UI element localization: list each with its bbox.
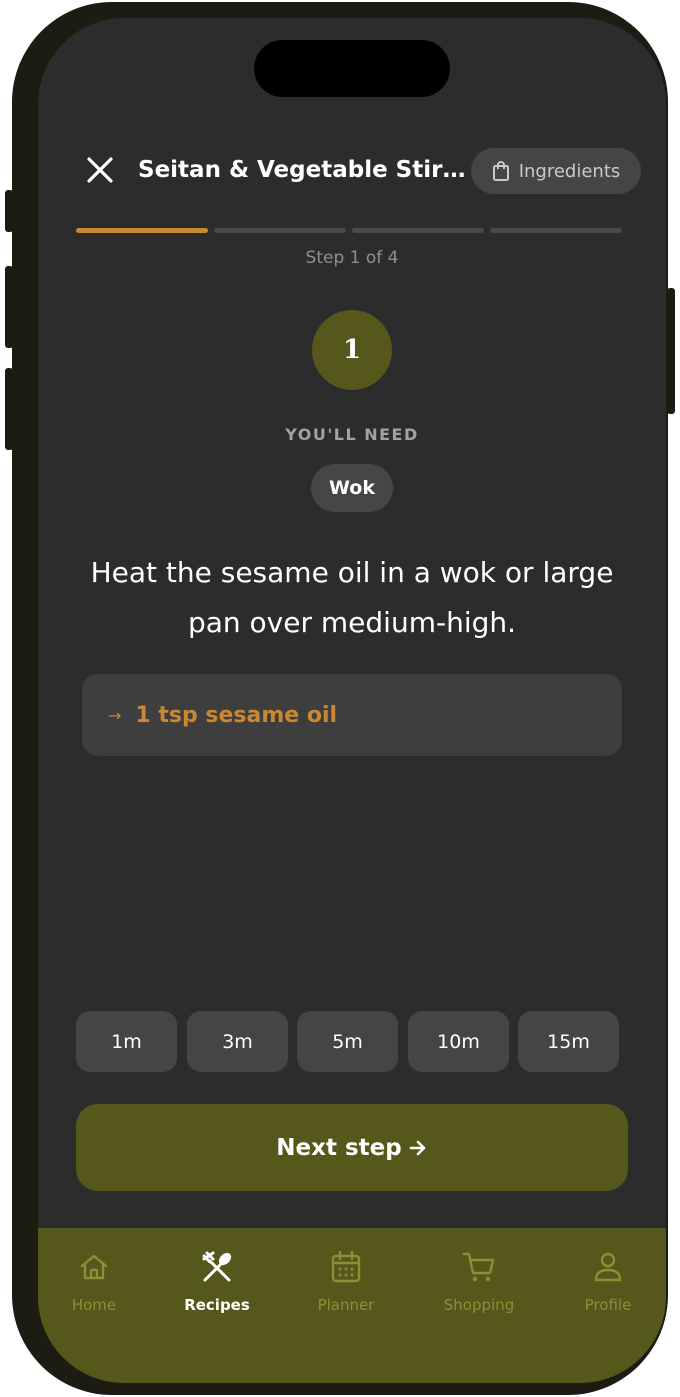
arrow-right-icon <box>409 1140 426 1155</box>
shopping-bag-icon <box>492 161 509 181</box>
progress-segment-2 <box>214 228 346 233</box>
arrow-right-icon: → <box>108 705 122 725</box>
step-ingredient: → 1 tsp sesame oil <box>82 674 622 756</box>
screen: Seitan & Vegetable Stir-… Ingredients St… <box>38 18 666 1383</box>
home-icon <box>80 1254 108 1280</box>
progress-segment-3 <box>352 228 484 233</box>
recipe-title: Seitan & Vegetable Stir-… <box>138 157 466 183</box>
tab-label: Home <box>71 1296 117 1314</box>
bottom-tab-bar: Home Recipes Planner Shopping Profile <box>38 1228 666 1383</box>
next-step-label: Next step <box>276 1134 402 1161</box>
tab-home[interactable]: Home <box>38 1228 154 1338</box>
close-icon <box>87 157 113 183</box>
tab-label: Profile <box>584 1296 632 1314</box>
timer-button-15m[interactable]: 15m <box>518 1011 619 1072</box>
tab-shopping[interactable]: Shopping <box>419 1228 539 1338</box>
step-number-badge: 1 <box>312 310 392 390</box>
close-button[interactable] <box>82 152 118 188</box>
timer-button-5m[interactable]: 5m <box>297 1011 398 1072</box>
next-step-button[interactable]: Next step <box>76 1104 628 1191</box>
dynamic-island <box>254 40 450 97</box>
tab-label: Shopping <box>443 1296 515 1314</box>
progress-segment-1 <box>76 228 208 233</box>
tab-label: Recipes <box>184 1296 250 1314</box>
calendar-icon <box>331 1250 361 1283</box>
timer-presets: 1m 3m 5m 10m 15m <box>76 1011 628 1072</box>
you-need-heading: YOU'LL NEED <box>285 425 419 444</box>
tab-profile[interactable]: Profile <box>548 1228 666 1338</box>
ingredient-text: 1 tsp sesame oil <box>135 702 338 728</box>
tab-label: Planner <box>317 1296 375 1314</box>
tab-recipes[interactable]: Recipes <box>157 1228 277 1338</box>
tab-planner[interactable]: Planner <box>286 1228 406 1338</box>
step-progress-bar <box>76 228 628 233</box>
equipment-chip: Wok <box>311 464 393 512</box>
ingredients-button[interactable]: Ingredients <box>471 148 641 194</box>
timer-button-3m[interactable]: 3m <box>187 1011 288 1072</box>
step-instruction: Heat the sesame oil in a wok or large pa… <box>90 556 614 639</box>
person-icon <box>594 1252 622 1282</box>
power-button <box>667 288 675 414</box>
cart-icon <box>462 1252 495 1282</box>
timer-button-10m[interactable]: 10m <box>408 1011 509 1072</box>
phone-frame: Seitan & Vegetable Stir-… Ingredients St… <box>12 2 668 1395</box>
fork-spoon-icon <box>202 1251 232 1282</box>
step-counter: Step 1 of 4 <box>305 248 399 268</box>
ingredients-label: Ingredients <box>518 160 621 182</box>
timer-button-1m[interactable]: 1m <box>76 1011 177 1072</box>
progress-segment-4 <box>490 228 622 233</box>
